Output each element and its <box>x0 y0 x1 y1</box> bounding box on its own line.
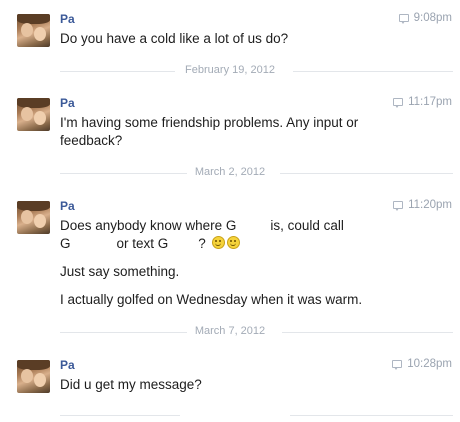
sender-name[interactable]: Pa <box>60 96 75 110</box>
time-label: 11:20pm <box>408 199 452 211</box>
date-divider-label: February 19, 2012 <box>185 64 275 76</box>
avatar[interactable] <box>17 360 50 393</box>
message-text: Do you have a cold like a lot of us do? <box>60 31 289 46</box>
chat-bubble-icon <box>392 360 403 370</box>
message-text: feedback? <box>60 133 123 148</box>
message-text: I actually golfed on Wednesday when it w… <box>60 292 363 307</box>
sender-name[interactable]: Pa <box>60 199 75 213</box>
sender-name[interactable]: Pa <box>60 12 75 26</box>
message-text: Just say something. <box>60 264 180 279</box>
date-divider-label: March 2, 2012 <box>194 166 266 178</box>
avatar[interactable] <box>17 98 50 131</box>
sender-name[interactable]: Pa <box>60 358 75 372</box>
chat-bubble-icon <box>393 98 404 108</box>
date-divider-label: March 7, 2012 <box>194 325 266 337</box>
date-divider: March 7, 2012 <box>0 325 460 339</box>
smiley-icon <box>226 236 240 249</box>
chat-bubble-icon <box>398 14 409 24</box>
date-divider: February 19, 2012 <box>0 64 460 78</box>
message-time: 11:20pm <box>393 199 452 211</box>
message-text: Does anybody know where Gis, could call <box>60 218 344 233</box>
time-label: 11:17pm <box>408 96 452 108</box>
smiley-icon <box>211 236 225 249</box>
message-text: I'm having some friendship problems. Any… <box>60 115 359 130</box>
chat-bubble-icon <box>393 201 404 211</box>
avatar[interactable] <box>17 14 50 47</box>
message-text: Did u get my message? <box>60 377 202 392</box>
message-time: 11:17pm <box>393 96 452 108</box>
date-divider <box>0 408 460 422</box>
date-divider: March 2, 2012 <box>0 166 460 180</box>
time-label: 10:28pm <box>407 358 452 370</box>
message-time: 9:08pm <box>398 12 452 24</box>
message-text: Gor text G? <box>60 235 240 253</box>
avatar[interactable] <box>17 201 50 234</box>
message-time: 10:28pm <box>392 358 452 370</box>
time-label: 9:08pm <box>413 12 452 24</box>
